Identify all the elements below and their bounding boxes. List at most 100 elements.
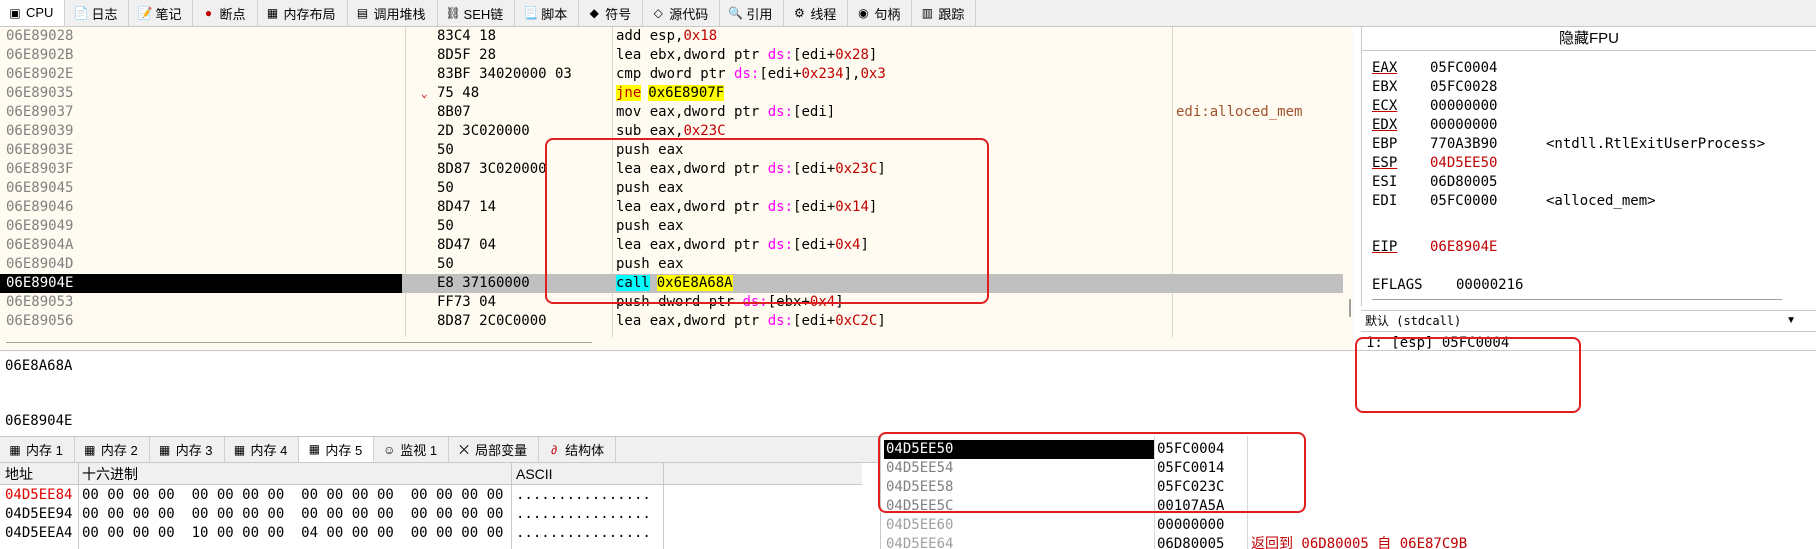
- tab-13[interactable]: ▥ 跟踪: [912, 0, 977, 26]
- dump-icon: ▦: [84, 442, 96, 457]
- dump-address: 04D5EE94: [5, 506, 73, 522]
- register-row[interactable]: ESP 04D5EE50: [1372, 153, 1546, 173]
- register-row[interactable]: EBX 05FC0028: [1372, 77, 1546, 97]
- dump-tab-6[interactable]: ⨉ 局部变量: [449, 437, 540, 462]
- tab-label: 句柄: [874, 6, 901, 22]
- disasm-address: 06E89049: [6, 218, 74, 234]
- disasm-bytes: 8D47 14: [437, 199, 497, 215]
- register-row[interactable]: EBP 770A3B90 <ntdll.RtlExitUserProcess>: [1372, 134, 1765, 154]
- stack-value: 06D80005: [1157, 536, 1225, 549]
- disasm-row[interactable]: 06E89037 8B07 mov eax,dword ptr ds:[edi] ed…: [0, 103, 1343, 122]
- call-stack-icon: ▤: [356, 6, 369, 20]
- horizontal-scrollbar[interactable]: [6, 342, 592, 343]
- register-row[interactable]: ECX 00000000: [1372, 96, 1546, 116]
- tab-8[interactable]: ◆ 符号: [579, 0, 644, 26]
- dump-tab-label: 监视 1: [400, 443, 438, 458]
- register-name: ECX: [1372, 98, 1398, 114]
- disasm-operands: 0x6E8907F: [648, 85, 725, 101]
- register-row[interactable]: EAX 05FC0004: [1372, 58, 1546, 78]
- tab-label: 符号: [605, 6, 632, 22]
- dump-header-ascii: ASCII: [516, 466, 553, 482]
- tab-1[interactable]: 📄 日志: [65, 0, 130, 26]
- disasm-operands: eax,dword ptr ds:[edi]: [649, 104, 836, 120]
- disasm-instruction: lea eax,dword ptr ds:[edi+0xC2C]: [616, 312, 886, 331]
- dump-tab-7[interactable]: ∂ 结构体: [539, 437, 617, 462]
- dump-hex: 00 00 00 00 00 00 00 00 00 00 00 00 00 0…: [82, 506, 504, 522]
- register-row[interactable]: EDI 05FC0000 <alloced_mem>: [1372, 191, 1656, 211]
- annotation-box-call-args: [545, 138, 989, 304]
- tab-label: 源代码: [669, 6, 709, 22]
- register-name: EIP: [1372, 239, 1398, 255]
- disasm-bytes: 50: [437, 218, 454, 234]
- tab-label: 脚本: [541, 6, 568, 22]
- register-name: ESI: [1372, 174, 1398, 190]
- disasm-mnemonic: jne: [616, 85, 642, 101]
- dump-icon: ▦: [308, 442, 321, 456]
- vertical-scrollbar[interactable]: [1349, 299, 1351, 317]
- disasm-row[interactable]: 06E89056 8D87 2C0C0000 lea eax,dword ptr d…: [0, 312, 1343, 331]
- hide-fpu-button[interactable]: 隐藏FPU: [1362, 27, 1816, 51]
- tab-10[interactable]: 🔍 引用: [720, 0, 785, 26]
- tab-0[interactable]: ▣ CPU: [0, 0, 66, 26]
- stack-row[interactable]: 04D5EE64 06D80005 返回到 06D80005 自 06E87C9B: [881, 535, 1816, 549]
- tab-7[interactable]: 📃 脚本: [515, 0, 580, 26]
- threads-icon: ⚙: [793, 6, 805, 20]
- dump-tab-label: 内存 4: [250, 443, 288, 458]
- dump-address: 04D5EEA4: [5, 525, 73, 541]
- stack-value: 00000000: [1157, 517, 1225, 533]
- disasm-row[interactable]: 06E89028 83C4 18 add esp,0x18: [0, 27, 1343, 46]
- memory-dump-pane[interactable]: 地址 十六进制 ASCII 04D5EE84 00 00 00 00 00 00 …: [0, 463, 862, 549]
- column-divider: [663, 463, 664, 549]
- tab-4[interactable]: ▦ 内存布局: [258, 0, 348, 26]
- stack-row[interactable]: 04D5EE60 00000000: [881, 516, 1816, 535]
- register-comment: <ntdll.RtlExitUserProcess>: [1546, 136, 1766, 152]
- dump-tab-4[interactable]: ▦ 内存 5: [299, 437, 375, 462]
- calling-convention-select[interactable]: 默认 (stdcall) ▼: [1361, 310, 1816, 332]
- tab-label: 日志: [91, 6, 118, 22]
- disasm-row[interactable]: 06E8902E 83BF 34020000 03 cmp dword ptr ds…: [0, 65, 1343, 84]
- dump-tab-5[interactable]: ☺ 监视 1: [374, 437, 450, 462]
- dump-tab-label: 内存 2: [100, 443, 138, 458]
- tab-11[interactable]: ⚙ 线程: [784, 0, 849, 26]
- register-row[interactable]: EIP 06E8904E: [1372, 237, 1546, 257]
- tab-3[interactable]: ● 断点: [193, 0, 258, 26]
- disasm-bytes: 8D5F 28: [437, 47, 497, 63]
- register-row[interactable]: ESI 06D80005: [1372, 172, 1546, 192]
- dump-tab-label: 内存 1: [26, 443, 63, 458]
- register-value: 06D80005: [1430, 174, 1498, 190]
- disasm-bytes: E8 37160000: [437, 275, 530, 291]
- disasm-address: 06E89039: [6, 123, 74, 139]
- register-row[interactable]: EFLAGS 00000216: [1372, 275, 1523, 295]
- disasm-bytes: 83C4 18: [437, 28, 497, 44]
- tab-6[interactable]: ⛓ SEH链: [438, 0, 516, 26]
- disasm-row[interactable]: 06E89035 ⌄ 75 48 jne 0x6E8907F: [0, 84, 1343, 103]
- disasm-address: 06E89037: [6, 104, 74, 120]
- disasm-instruction: cmp dword ptr ds:[edi+0x234],0x3: [616, 65, 886, 84]
- register-value: 770A3B90: [1430, 136, 1498, 152]
- dump-tab-0[interactable]: ▦ 内存 1: [0, 437, 75, 462]
- dump-tab-2[interactable]: ▦ 内存 3: [150, 437, 225, 462]
- dump-tab-3[interactable]: ▦ 内存 4: [225, 437, 300, 462]
- disasm-address: 06E89053: [6, 294, 74, 310]
- tab-5[interactable]: ▤ 调用堆栈: [348, 0, 438, 26]
- register-value: 05FC0004: [1430, 60, 1498, 76]
- register-name: EDI: [1372, 193, 1398, 209]
- disasm-row[interactable]: 06E8902B 8D5F 28 lea ebx,dword ptr ds:[edi…: [0, 46, 1343, 65]
- register-value: 00000000: [1430, 98, 1498, 114]
- register-comment: <alloced_mem>: [1546, 193, 1656, 209]
- handles-icon: ◉: [858, 6, 869, 20]
- dump-icon: ▦: [159, 442, 171, 457]
- dump-tab-1[interactable]: ▦ 内存 2: [75, 437, 150, 462]
- chevron-down-icon[interactable]: ▼: [1786, 311, 1796, 331]
- tab-9[interactable]: ◇ 源代码: [643, 0, 721, 26]
- register-row[interactable]: EDX 00000000: [1372, 115, 1546, 135]
- register-name: EBP: [1372, 136, 1398, 152]
- tab-label: 断点: [219, 6, 246, 22]
- register-scrollbar[interactable]: [1372, 299, 1782, 300]
- disasm-bytes: 83BF 34020000 03: [437, 66, 572, 82]
- disasm-address: 06E89056: [6, 313, 74, 329]
- tab-12[interactable]: ◉ 句柄: [848, 0, 913, 26]
- tab-2[interactable]: 📝 笔记: [129, 0, 194, 26]
- info-target-address: 06E8A68A: [5, 358, 73, 374]
- registers-pane: 隐藏FPU EAX 05FC0004 EBX 05FC0028 ECX 00000000 E…: [1361, 27, 1816, 306]
